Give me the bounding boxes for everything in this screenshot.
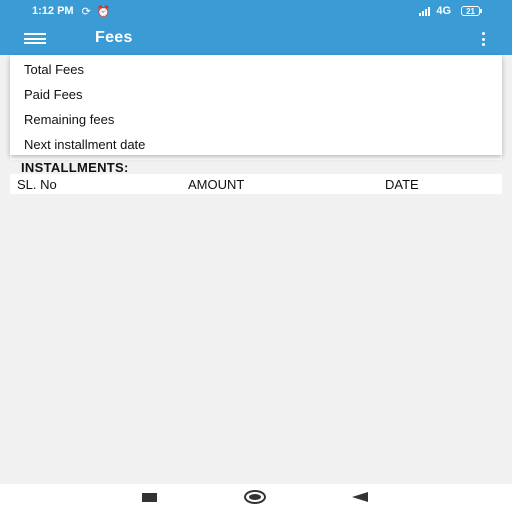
network-type: 4G (436, 5, 452, 17)
battery-level: 21 (466, 6, 475, 16)
menu-item-total-fees[interactable]: Total Fees (10, 57, 502, 82)
status-time: 1:12 PM (32, 5, 74, 17)
recents-button[interactable] (142, 493, 157, 502)
page-title: Fees (95, 29, 133, 46)
signal-icon (419, 6, 431, 16)
battery-icon: 21 (461, 6, 482, 16)
column-header-sl-no: SL. No (17, 177, 57, 192)
sync-icon: ⟳ (81, 5, 91, 18)
installments-table-header: SL. No AMOUNT DATE (10, 174, 502, 194)
menu-icon[interactable] (24, 33, 46, 45)
status-right-group: 4G 21 (419, 5, 482, 17)
menu-item-next-installment-date[interactable]: Next installment date (10, 132, 502, 157)
installments-heading: INSTALLMENTS: (21, 160, 129, 175)
menu-item-paid-fees[interactable]: Paid Fees (10, 82, 502, 107)
column-header-date: DATE (385, 177, 419, 192)
menu-item-remaining-fees[interactable]: Remaining fees (10, 107, 502, 132)
status-bar: 1:12 PM ⟳ ⏰ 4G 21 (0, 0, 512, 22)
system-nav-bar (0, 484, 512, 512)
column-header-amount: AMOUNT (188, 177, 245, 192)
back-button[interactable] (352, 492, 368, 502)
overflow-menu-icon[interactable] (480, 32, 486, 46)
home-button[interactable] (244, 490, 266, 504)
app-bar: Fees (0, 22, 512, 55)
fees-dropdown-menu: Total Fees Paid Fees Remaining fees Next… (10, 55, 502, 155)
alarm-icon: ⏰ (96, 5, 111, 18)
